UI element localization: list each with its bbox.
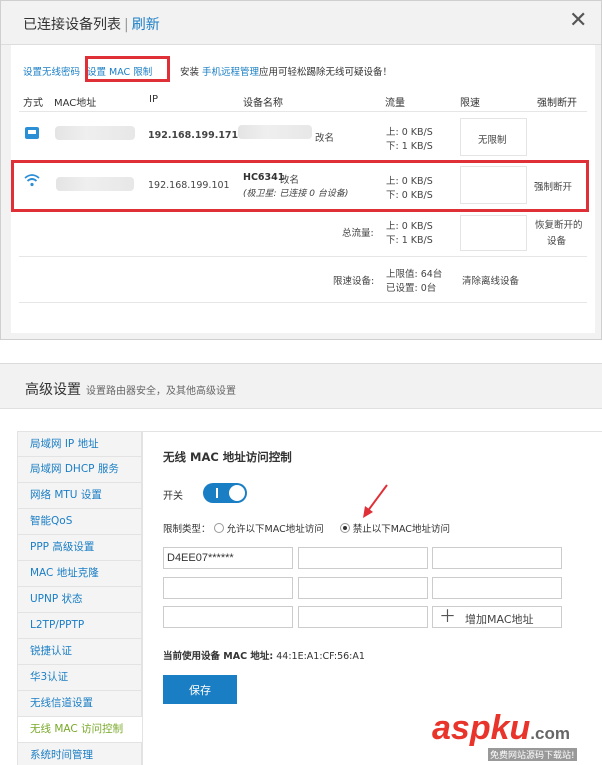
satellite-status: (极卫星: 已连接 0 台设备): [243, 189, 349, 199]
mac-address-input[interactable]: [432, 547, 562, 569]
limit-devices-label: 限速设备:: [333, 276, 375, 287]
total-traffic-label: 总流量:: [342, 228, 374, 239]
panel-title: 已连接设备列表 | 刷新: [23, 17, 160, 33]
total-download: 下: 1 KB/S: [386, 235, 433, 246]
arrow-icon: [363, 484, 388, 518]
current-mac-value: 44:1E:A1:CF:56:A1: [276, 651, 365, 662]
rename-link[interactable]: 改名: [315, 130, 334, 144]
menu-item[interactable]: 局域网 DHCP 服务: [17, 457, 142, 483]
allow-radio[interactable]: [213, 523, 224, 533]
mac-address-input[interactable]: [163, 606, 293, 628]
device-list: 设置无线密码 设置 MAC 限制 安装 手机远程管理 应用可轻松踢除无线可疑设备…: [11, 45, 595, 333]
menu-item[interactable]: 局域网 IP 地址: [17, 431, 142, 457]
switch-label: 开关: [163, 491, 183, 502]
set-wifi-password-link[interactable]: 设置无线密码: [23, 64, 80, 78]
connected-devices-panel: 已连接设备列表 | 刷新 ✕ 设置无线密码 设置 MAC 限制 安装 手机远程管理 …: [0, 0, 602, 340]
limit-max: 上限值: 64台: [386, 269, 443, 280]
close-icon[interactable]: ✕: [569, 10, 587, 32]
restore-disconnected-link-2[interactable]: 设备: [547, 233, 566, 247]
site-watermark: aspku.com 免费网站源码下载站!: [432, 708, 600, 765]
deny-option-label[interactable]: 禁止以下MAC地址访问: [353, 524, 450, 535]
advanced-title: 高级设置: [25, 382, 81, 398]
row-ip: 192.168.199.171: [148, 130, 239, 141]
mac-address-input[interactable]: [432, 577, 562, 599]
refresh-link[interactable]: 刷新: [132, 17, 160, 33]
menu-item[interactable]: 智能QoS: [17, 509, 142, 535]
menu-item[interactable]: L2TP/PPTP: [17, 613, 142, 639]
allow-option-label[interactable]: 允许以下MAC地址访问: [227, 524, 324, 535]
header-mac: MAC地址: [54, 98, 97, 109]
header-force-disconnect: 强制断开: [537, 98, 577, 109]
mac-address-blurred: [56, 177, 134, 191]
menu-item[interactable]: 无线 MAC 访问控制: [17, 717, 142, 743]
speed-limit-box: [460, 215, 527, 251]
settings-menu: 局域网 IP 地址 局域网 DHCP 服务 网络 MTU 设置 智能QoS PPP 高级…: [17, 431, 142, 765]
header-traffic: 流量: [385, 98, 405, 109]
row-upload: 上: 0 KB/S: [386, 176, 433, 187]
mac-address-blurred: [55, 126, 135, 140]
watermark-subtitle: 免费网站源码下载站!: [488, 748, 577, 761]
menu-item[interactable]: 锐捷认证: [17, 639, 142, 665]
menu-item[interactable]: 华3认证: [17, 665, 142, 691]
row-download: 下: 0 KB/S: [386, 190, 433, 201]
menu-item[interactable]: 系统时间管理: [17, 743, 142, 765]
limit-type-label: 限制类型：: [163, 524, 211, 535]
no-limit-link[interactable]: 无限制: [478, 132, 507, 146]
advanced-header: 高级设置 设置路由器安全，及其他高级设置: [0, 364, 602, 409]
remote-description: 应用可轻松踢除无线可疑设备！: [259, 67, 393, 78]
menu-item[interactable]: UPNP 状态: [17, 587, 142, 613]
force-disconnect-link[interactable]: 强制断开: [534, 179, 572, 193]
wifi-icon: [24, 174, 40, 187]
panel-header: 已连接设备列表 | 刷新 ✕: [1, 1, 601, 45]
advanced-settings-panel: 高级设置 设置路由器安全，及其他高级设置 局域网 IP 地址 局域网 DHCP 服…: [0, 363, 602, 765]
header-ip: IP: [149, 94, 158, 105]
divider: [19, 302, 587, 303]
rename-link[interactable]: 改名: [280, 172, 299, 186]
menu-item[interactable]: 网络 MTU 设置: [17, 483, 142, 509]
save-button[interactable]: 保存: [163, 675, 237, 704]
deny-radio[interactable]: [339, 523, 350, 533]
menu-item[interactable]: MAC 地址克隆: [17, 561, 142, 587]
mac-address-input[interactable]: [298, 547, 428, 569]
speed-limit-box: [460, 166, 527, 204]
mac-address-input[interactable]: [163, 577, 293, 599]
header-device-name: 设备名称: [243, 98, 283, 109]
clear-offline-devices-link[interactable]: 清除离线设备: [462, 273, 519, 287]
lan-icon: [25, 127, 39, 139]
limit-set: 已设置: 0台: [386, 283, 437, 294]
device-name-blurred: [238, 125, 312, 139]
row-upload: 上: 0 KB/S: [386, 127, 433, 138]
remote-management-link[interactable]: 手机远程管理: [202, 64, 259, 78]
current-mac-label: 当前使用设备 MAC 地址:: [163, 651, 274, 662]
device-name: HC6341: [243, 172, 285, 183]
divider: [19, 111, 587, 112]
add-mac-button[interactable]: ＋ 增加MAC地址: [432, 606, 562, 628]
menu-item[interactable]: PPP 高级设置: [17, 535, 142, 561]
header-speed-limit: 限速: [460, 98, 480, 109]
mac-limit-highlight-box: [85, 56, 170, 82]
current-mac-row: 当前使用设备 MAC 地址: 44:1E:A1:CF:56:A1: [163, 648, 365, 662]
divider: [19, 256, 587, 257]
mac-control-toggle[interactable]: [203, 483, 247, 503]
section-title: 无线 MAC 地址访问控制: [163, 450, 292, 464]
row-ip: 192.168.199.101: [148, 180, 230, 191]
install-text: 安装: [180, 67, 200, 78]
header-method: 方式: [23, 98, 43, 109]
row-download: 下: 1 KB/S: [386, 141, 433, 152]
mac-address-input[interactable]: [298, 577, 428, 599]
mac-address-input[interactable]: [298, 606, 428, 628]
restore-disconnected-link[interactable]: 恢复断开的: [535, 217, 583, 231]
total-upload: 上: 0 KB/S: [386, 221, 433, 232]
mac-address-input[interactable]: [163, 547, 293, 569]
menu-item[interactable]: 无线信道设置: [17, 691, 142, 717]
limit-type-row: 限制类型： 允许以下MAC地址访问 禁止以下MAC地址访问: [163, 521, 450, 535]
advanced-subtitle: 设置路由器安全，及其他高级设置: [86, 386, 236, 397]
panel-title-text: 已连接设备列表: [23, 17, 121, 33]
plus-icon: ＋: [439, 607, 456, 627]
add-mac-label: 增加MAC地址: [465, 613, 534, 626]
